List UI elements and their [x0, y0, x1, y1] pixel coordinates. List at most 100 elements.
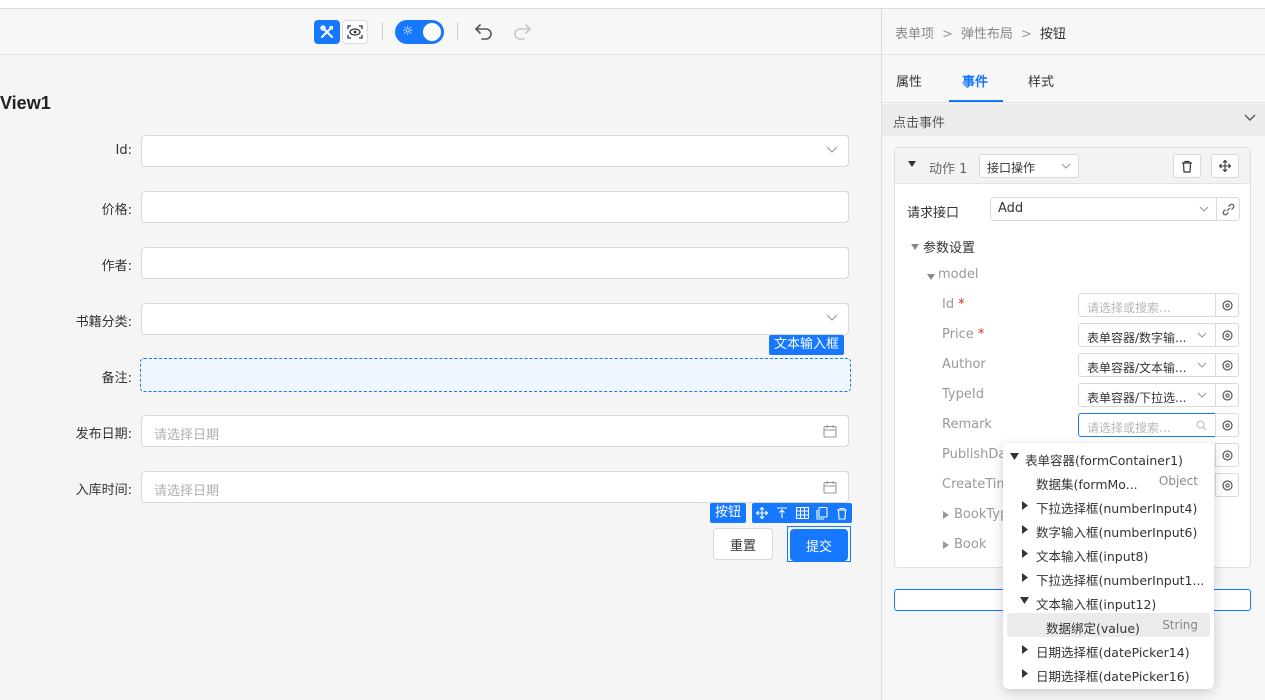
tree-node-type: String: [1162, 618, 1198, 632]
align-top-icon[interactable]: [772, 503, 792, 523]
button-tag[interactable]: 按钮: [710, 503, 747, 523]
tree-node[interactable]: 数字输入框(numberInput6): [1003, 517, 1214, 541]
breadcrumb-item[interactable]: 弹性布局: [961, 27, 1013, 42]
click-event-header[interactable]: 点击事件: [882, 104, 1265, 136]
chevron-down-icon: [826, 314, 838, 321]
delete-action-button[interactable]: [1173, 154, 1201, 178]
tree-node-label: 数据绑定(value): [1046, 621, 1140, 636]
tab-properties[interactable]: 属性: [896, 71, 922, 90]
param-author-select[interactable]: 表单容器/文本输...: [1078, 353, 1216, 377]
caret-right-icon[interactable]: [943, 511, 949, 519]
stock-time-picker[interactable]: 请选择日期: [141, 471, 849, 503]
form-row-price: 价格:: [0, 191, 881, 223]
toggle-knob: [423, 23, 441, 41]
drag-action-handle[interactable]: [1211, 154, 1239, 178]
tree-node[interactable]: 日期选择框(datePicker14): [1003, 637, 1214, 661]
move-icon[interactable]: [752, 503, 772, 523]
param-label-createtime: CreateTim: [942, 477, 1010, 492]
author-input[interactable]: [141, 247, 849, 279]
text-input-tag[interactable]: 文本输入框: [769, 335, 845, 355]
chevron-down-icon: [1197, 392, 1207, 398]
param-bind-button[interactable]: [1215, 383, 1239, 407]
link-icon: [1221, 359, 1233, 371]
caret-down-icon[interactable]: [927, 274, 935, 280]
caret-right-icon[interactable]: [943, 541, 949, 549]
remark-input[interactable]: [140, 358, 851, 392]
tree-node-label: 下拉选择框(numberInput1...: [1036, 573, 1205, 588]
chevron-down-icon: [1199, 206, 1209, 212]
param-value: 请选择或搜索...: [1087, 301, 1171, 315]
link-icon: [1222, 203, 1234, 215]
group-label-booktype: BookTyp: [954, 507, 1009, 522]
field-label: 发布日期:: [75, 427, 132, 442]
theme-toggle[interactable]: ☼: [395, 20, 444, 44]
chevron-down-icon: [826, 146, 838, 153]
caret-right-icon: [1022, 501, 1028, 510]
design-mode-button[interactable]: [314, 20, 340, 44]
field-label: 价格:: [101, 203, 132, 218]
param-bind-button[interactable]: [1215, 443, 1239, 467]
field-label: Id:: [115, 143, 132, 158]
caret-down-icon[interactable]: [911, 244, 919, 250]
api-link-button[interactable]: [1216, 197, 1240, 221]
action-header: 动作 1 接口操作: [895, 148, 1250, 184]
tree-node-selected[interactable]: 数据绑定(value) String: [1007, 613, 1210, 637]
breadcrumb-separator: >: [1020, 27, 1032, 42]
form-row-category: 书籍分类:: [0, 303, 881, 335]
tree-node[interactable]: 下拉选择框(numberInput1...: [1003, 565, 1214, 589]
active-tab-indicator: [949, 100, 1003, 102]
request-api-select[interactable]: Add: [990, 197, 1217, 221]
category-select[interactable]: [141, 303, 849, 335]
toolbar-divider: [382, 22, 383, 40]
price-input[interactable]: [141, 191, 849, 223]
grid-icon[interactable]: [792, 503, 812, 523]
link-icon: [1221, 389, 1233, 401]
param-remark-select[interactable]: 请选择或搜索...: [1078, 413, 1216, 437]
date-placeholder: 请选择日期: [154, 484, 220, 499]
publish-date-picker[interactable]: 请选择日期: [141, 415, 849, 447]
param-price-select[interactable]: 表单容器/数字输...: [1078, 323, 1216, 347]
click-event-title: 点击事件: [893, 116, 946, 131]
reset-button[interactable]: 重置: [713, 528, 773, 560]
delete-icon[interactable]: [832, 503, 852, 523]
link-icon: [1221, 449, 1233, 461]
form-row-author: 作者:: [0, 247, 881, 279]
breadcrumb-item[interactable]: 表单项: [895, 27, 934, 42]
tree-node[interactable]: 数据集(formMo... Object: [1003, 469, 1214, 493]
tab-styles[interactable]: 样式: [1028, 71, 1054, 90]
param-label-remark: Remark: [942, 417, 992, 432]
group-label-book: Book: [954, 537, 987, 552]
id-select[interactable]: [141, 135, 849, 167]
tree-node[interactable]: 表单容器(formContainer1): [1003, 445, 1214, 469]
action-type-select[interactable]: 接口操作: [979, 154, 1079, 178]
redo-button[interactable]: [512, 22, 532, 44]
tree-node[interactable]: 文本输入框(input8): [1003, 541, 1214, 565]
tree-node[interactable]: 日期选择框(datePicker16): [1003, 661, 1214, 685]
param-label-author: Author: [942, 357, 986, 372]
preview-mode-button[interactable]: [342, 20, 368, 44]
submit-button[interactable]: 提交: [790, 529, 848, 561]
tree-node[interactable]: 下拉选择框(numberInput4): [1003, 493, 1214, 517]
copy-icon[interactable]: [812, 503, 832, 523]
param-typeid-select[interactable]: 表单容器/下拉选...: [1078, 383, 1216, 407]
search-icon: [1196, 420, 1207, 431]
caret-right-icon: [1022, 525, 1028, 534]
undo-button[interactable]: [474, 22, 494, 44]
param-bind-button[interactable]: [1215, 473, 1239, 497]
canvas-toolbar: ☼: [0, 9, 881, 55]
tab-events[interactable]: 事件: [962, 71, 988, 90]
param-bind-button[interactable]: [1215, 413, 1239, 437]
form-row-id: Id:: [0, 135, 881, 167]
field-label: 入库时间:: [75, 483, 132, 498]
param-bind-button[interactable]: [1215, 353, 1239, 377]
link-icon: [1221, 329, 1233, 341]
breadcrumb: 表单项 > 弹性布局 > 按钮: [895, 23, 1066, 42]
view-title: View1: [0, 93, 51, 113]
tree-node-type: Object: [1158, 474, 1198, 488]
param-bind-button[interactable]: [1215, 293, 1239, 317]
param-id-select[interactable]: 请选择或搜索...: [1078, 293, 1216, 317]
param-value: 请选择或搜索...: [1087, 421, 1171, 435]
param-bind-button[interactable]: [1215, 323, 1239, 347]
caret-down-icon[interactable]: [907, 160, 917, 168]
tree-node[interactable]: 文本输入框(input12): [1003, 589, 1214, 613]
